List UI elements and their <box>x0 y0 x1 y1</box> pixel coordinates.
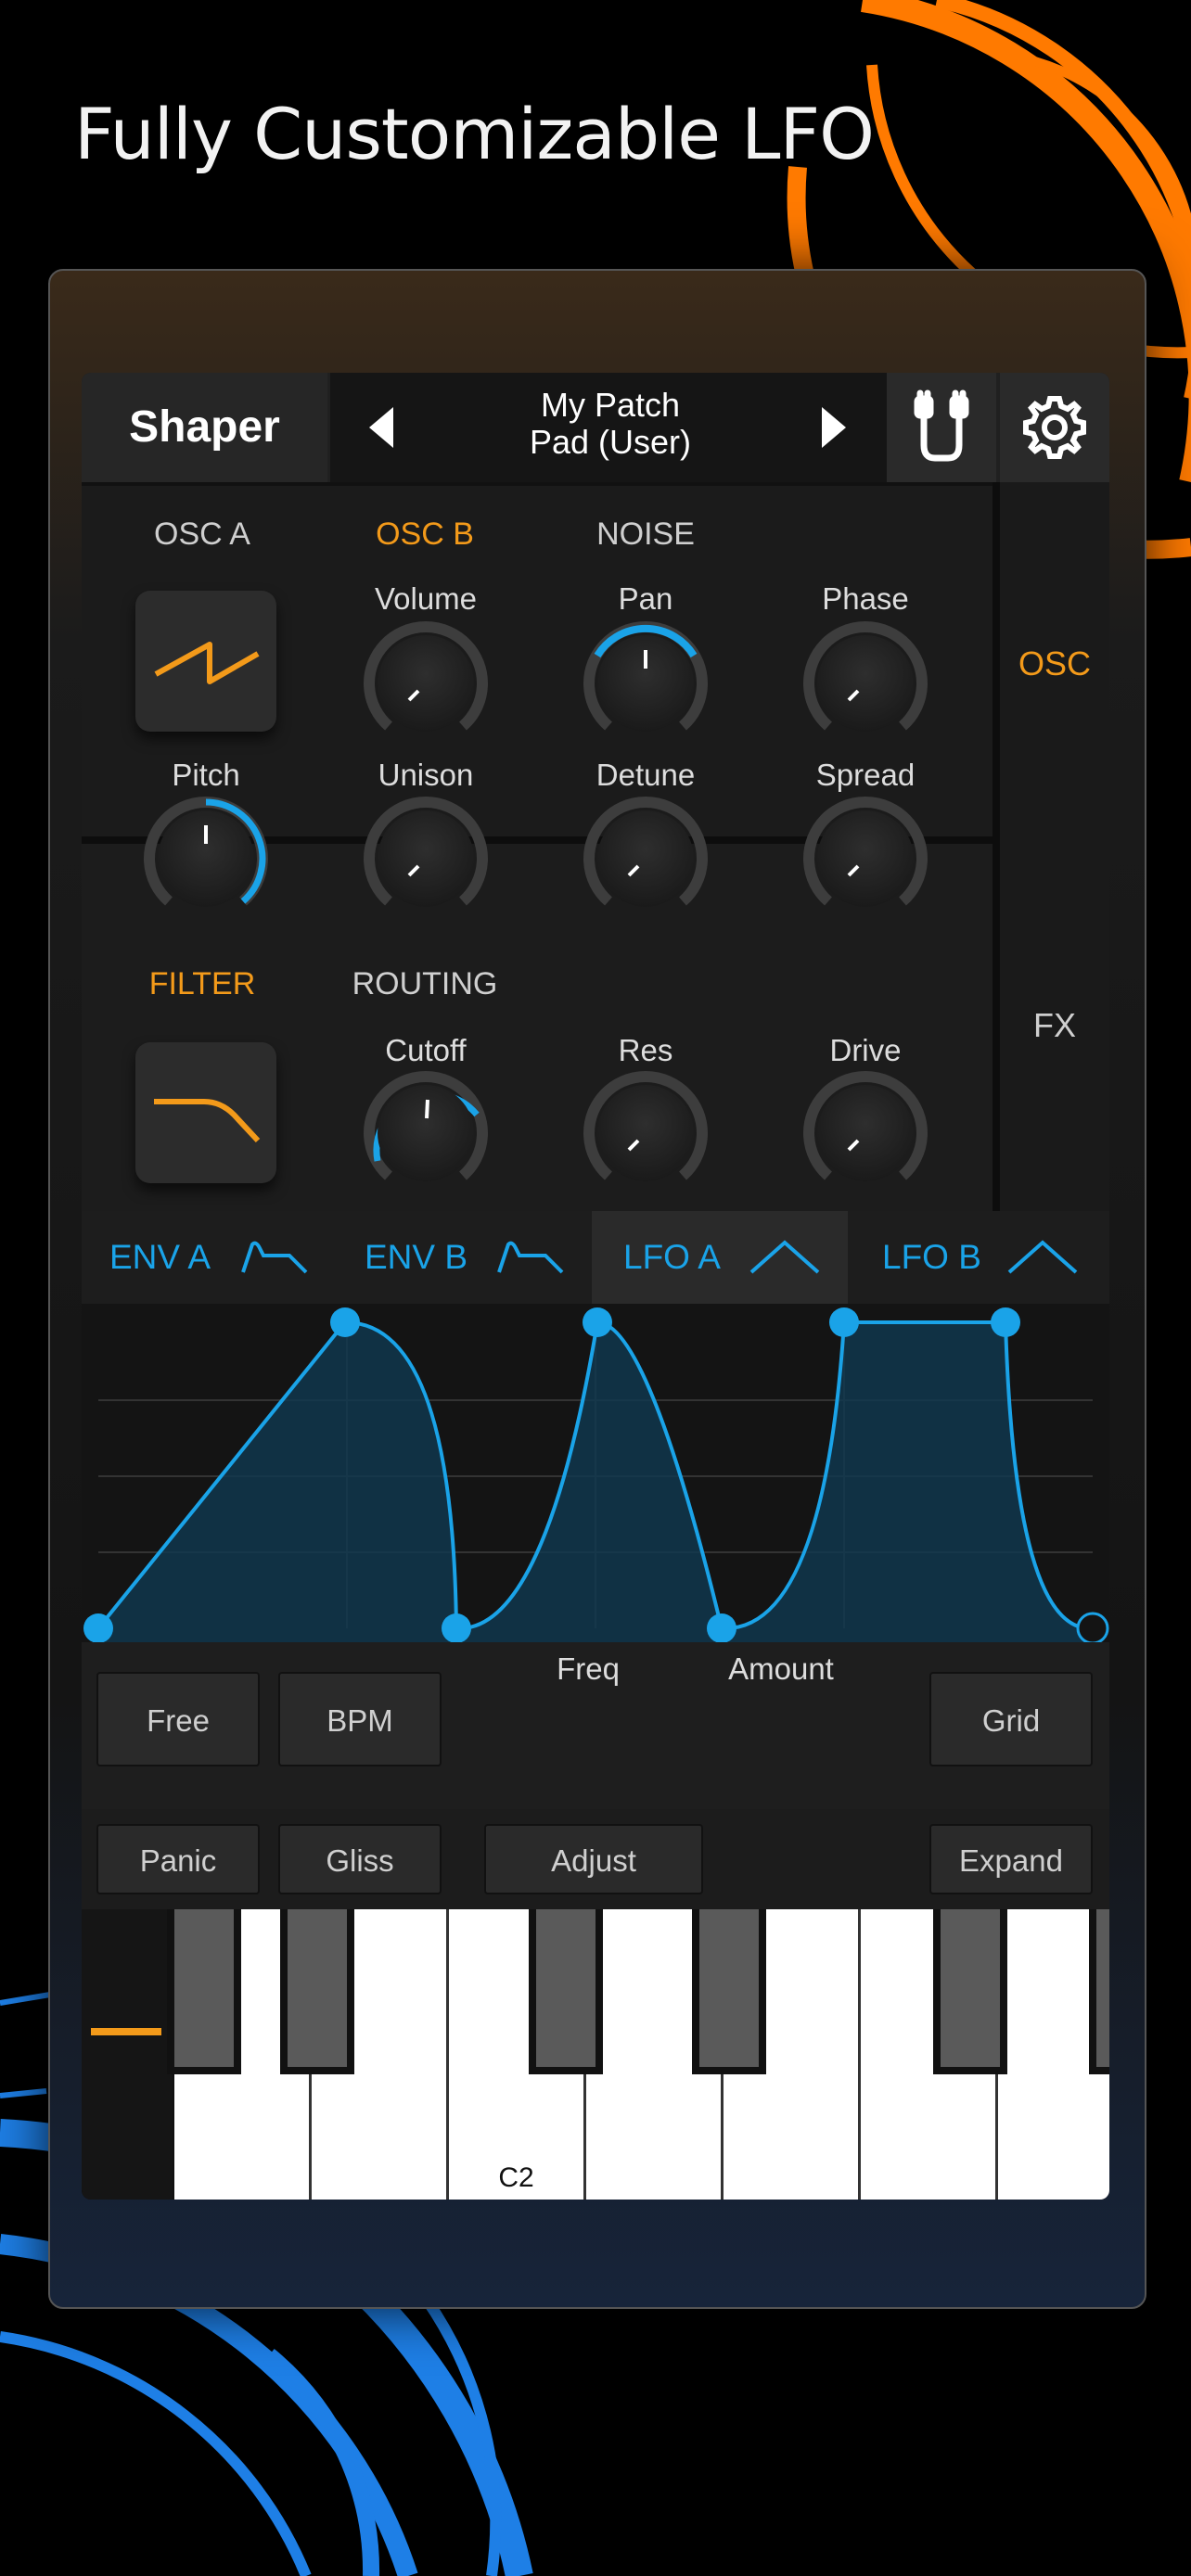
tab-lfo-b-label: LFO B <box>882 1238 981 1276</box>
knob-label-volume: Volume <box>374 581 478 616</box>
bpm-button[interactable]: BPM <box>278 1672 442 1766</box>
piano-keyboard[interactable]: C2 <box>82 1909 1109 2200</box>
app-title: Shaper <box>82 373 327 482</box>
black-key[interactable] <box>933 1909 1007 2074</box>
settings-button[interactable] <box>1000 373 1109 482</box>
mod-tabs-bar: ENV A ENV B LFO A LFO B <box>82 1211 1109 1304</box>
divider <box>992 482 1000 1211</box>
knob-label-amount: Amount <box>728 1651 834 1686</box>
knob-label-res: Res <box>618 1033 673 1067</box>
knob-label-phase: Phase <box>822 581 909 616</box>
waveform-select-button[interactable] <box>135 591 276 732</box>
black-key[interactable] <box>1089 1909 1109 2074</box>
tab-noise[interactable]: NOISE <box>571 516 720 553</box>
lowpass-curve-icon <box>154 1099 261 1143</box>
knob-label-pan: Pan <box>618 581 673 616</box>
adjust-button[interactable]: Adjust <box>484 1824 703 1894</box>
knob-label-unison: Unison <box>378 758 474 792</box>
knob-label-drive: Drive <box>829 1033 902 1067</box>
tab-osc-b[interactable]: OSC B <box>351 516 499 553</box>
knob-label-spread: Spread <box>815 758 916 792</box>
lfo-controls: Free BPM Freq Amount Grid <box>82 1642 1109 1809</box>
cable-icon <box>914 389 969 462</box>
tab-env-b[interactable]: ENV B <box>365 1211 467 1304</box>
routing-button[interactable] <box>887 373 996 482</box>
tab-osc-a[interactable]: OSC A <box>128 516 276 553</box>
lfo-node[interactable] <box>442 1613 471 1643</box>
header-bar: Shaper My Patch Pad (User) <box>82 373 1109 486</box>
gliss-button[interactable]: Gliss <box>278 1824 442 1894</box>
black-key[interactable] <box>692 1909 766 2074</box>
lfo-node[interactable] <box>829 1307 859 1337</box>
black-key[interactable] <box>529 1909 603 2074</box>
knob-label-cutoff: Cutoff <box>385 1033 467 1067</box>
patch-bank[interactable]: Pad (User) <box>378 423 842 462</box>
lfo-triangle-icon <box>749 1240 820 1274</box>
panic-button[interactable]: Panic <box>96 1824 260 1894</box>
sawtooth-wave-icon <box>154 642 260 684</box>
drive-knob[interactable] <box>803 1070 928 1181</box>
cutoff-knob[interactable] <box>364 1070 488 1181</box>
tab-env-b-label: ENV B <box>365 1238 468 1276</box>
tab-filter[interactable]: FILTER <box>128 966 276 1002</box>
knob-label-freq: Freq <box>557 1651 620 1686</box>
knob-label-pitch: Pitch <box>172 758 240 792</box>
note-label: C2 <box>498 2162 534 2193</box>
envelope-icon <box>497 1241 564 1274</box>
tab-routing[interactable]: ROUTING <box>332 966 518 1002</box>
expand-button[interactable]: Expand <box>929 1824 1093 1894</box>
side-tab-osc[interactable]: OSC <box>1000 644 1109 683</box>
res-knob[interactable] <box>583 1070 708 1181</box>
triangle-right-icon[interactable] <box>822 407 846 448</box>
synth-app: Shaper My Patch Pad (User) OSC A OSC B N… <box>82 373 1109 2200</box>
tab-lfo-a[interactable]: LFO A <box>623 1211 721 1304</box>
free-button[interactable]: Free <box>96 1672 260 1766</box>
patch-name[interactable]: My Patch <box>378 386 842 425</box>
section-sidebar: OSC FX <box>1000 482 1109 1211</box>
lfo-node[interactable] <box>991 1307 1020 1337</box>
black-key[interactable] <box>167 1909 241 2074</box>
filter-type-button[interactable] <box>135 1042 276 1183</box>
lfo-curve <box>83 1307 1109 1645</box>
lfo-end-node[interactable] <box>1076 1612 1109 1645</box>
grid-button[interactable]: Grid <box>929 1672 1093 1766</box>
lfo-node[interactable] <box>83 1613 113 1643</box>
side-tab-fx[interactable]: FX <box>1000 1006 1109 1045</box>
tab-lfo-a-label: LFO A <box>623 1238 721 1276</box>
lfo-node[interactable] <box>707 1613 736 1643</box>
tab-lfo-b[interactable]: LFO B <box>882 1211 981 1304</box>
tab-env-a[interactable]: ENV A <box>109 1211 211 1304</box>
knob-label-detune: Detune <box>596 758 696 792</box>
tab-env-a-label: ENV A <box>109 1238 211 1276</box>
lfo-triangle-icon <box>1007 1240 1078 1274</box>
gear-icon <box>1023 396 1086 459</box>
lfo-node[interactable] <box>583 1307 612 1337</box>
envelope-icon <box>241 1241 308 1274</box>
headline: Fully Customizable LFO <box>74 93 875 175</box>
lfo-shape-editor[interactable] <box>82 1304 1109 1645</box>
black-key[interactable] <box>280 1909 354 2074</box>
lfo-node[interactable] <box>330 1307 360 1337</box>
pitch-wheel[interactable] <box>82 1909 173 2200</box>
divider <box>82 836 992 844</box>
keyboard-controls: Panic Gliss Adjust Expand <box>82 1809 1109 1909</box>
pitch-wheel-indicator <box>91 2028 161 2035</box>
